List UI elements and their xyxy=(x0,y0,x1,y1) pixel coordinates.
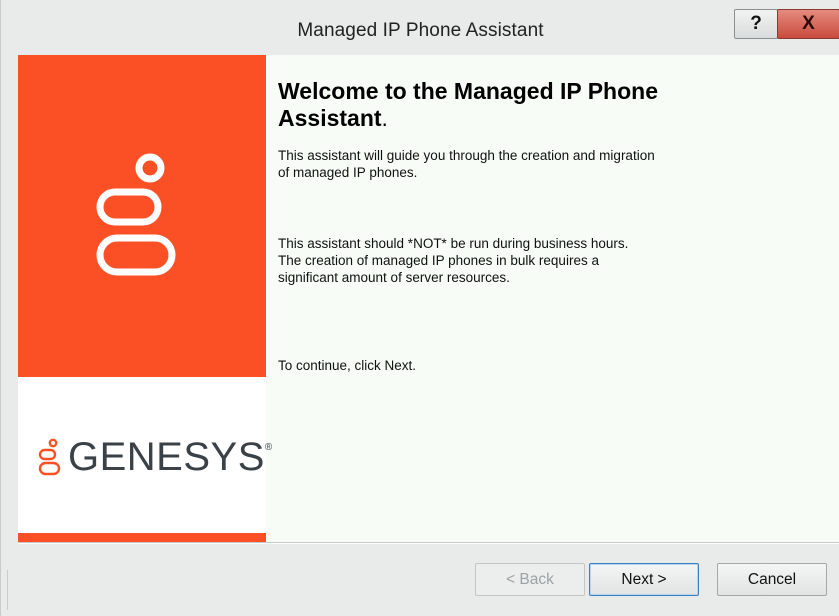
warning-paragraph: This assistant should *NOT* be run durin… xyxy=(278,235,778,286)
footer-divider-highlight xyxy=(18,543,839,544)
title-bar[interactable]: Managed IP Phone Assistant ? X xyxy=(1,0,839,55)
paragraph2-line2: The creation of managed IP phones in bul… xyxy=(278,253,599,268)
paragraph1-line2: of managed IP phones. xyxy=(278,165,418,180)
brand-name: GENESYS xyxy=(68,434,265,479)
intro-paragraph: This assistant will guide you through th… xyxy=(278,147,778,181)
sidebar-banner xyxy=(18,55,266,377)
heading-line2: Assistant xyxy=(278,105,382,131)
close-button[interactable]: X xyxy=(777,9,839,39)
dialog-window: Managed IP Phone Assistant ? X GENESYS ®… xyxy=(0,0,839,616)
trademark-symbol: ® xyxy=(264,441,273,453)
heading-period: . xyxy=(381,105,388,131)
brand-logo: GENESYS ® xyxy=(38,435,272,479)
cancel-button[interactable]: Cancel xyxy=(717,563,827,596)
window-title: Managed IP Phone Assistant xyxy=(297,20,544,41)
sidebar-bottom-stripe xyxy=(18,533,266,542)
window-edge xyxy=(7,570,8,610)
paragraph2-line1: This assistant should *NOT* be run durin… xyxy=(278,236,629,251)
back-button[interactable]: < Back xyxy=(475,563,585,596)
genesys-small-logo-icon xyxy=(38,438,61,476)
page-title: Welcome to the Managed IP Phone Assistan… xyxy=(278,78,758,132)
heading-line1: Welcome to the Managed IP Phone xyxy=(278,78,658,104)
continue-instruction: To continue, click Next. xyxy=(278,358,417,373)
next-button[interactable]: Next > xyxy=(589,563,699,596)
help-button[interactable]: ? xyxy=(734,9,778,39)
genesys-logo-icon xyxy=(96,153,176,276)
paragraph2-line3: significant amount of server resources. xyxy=(278,270,510,285)
paragraph1-line1: This assistant will guide you through th… xyxy=(278,148,655,163)
